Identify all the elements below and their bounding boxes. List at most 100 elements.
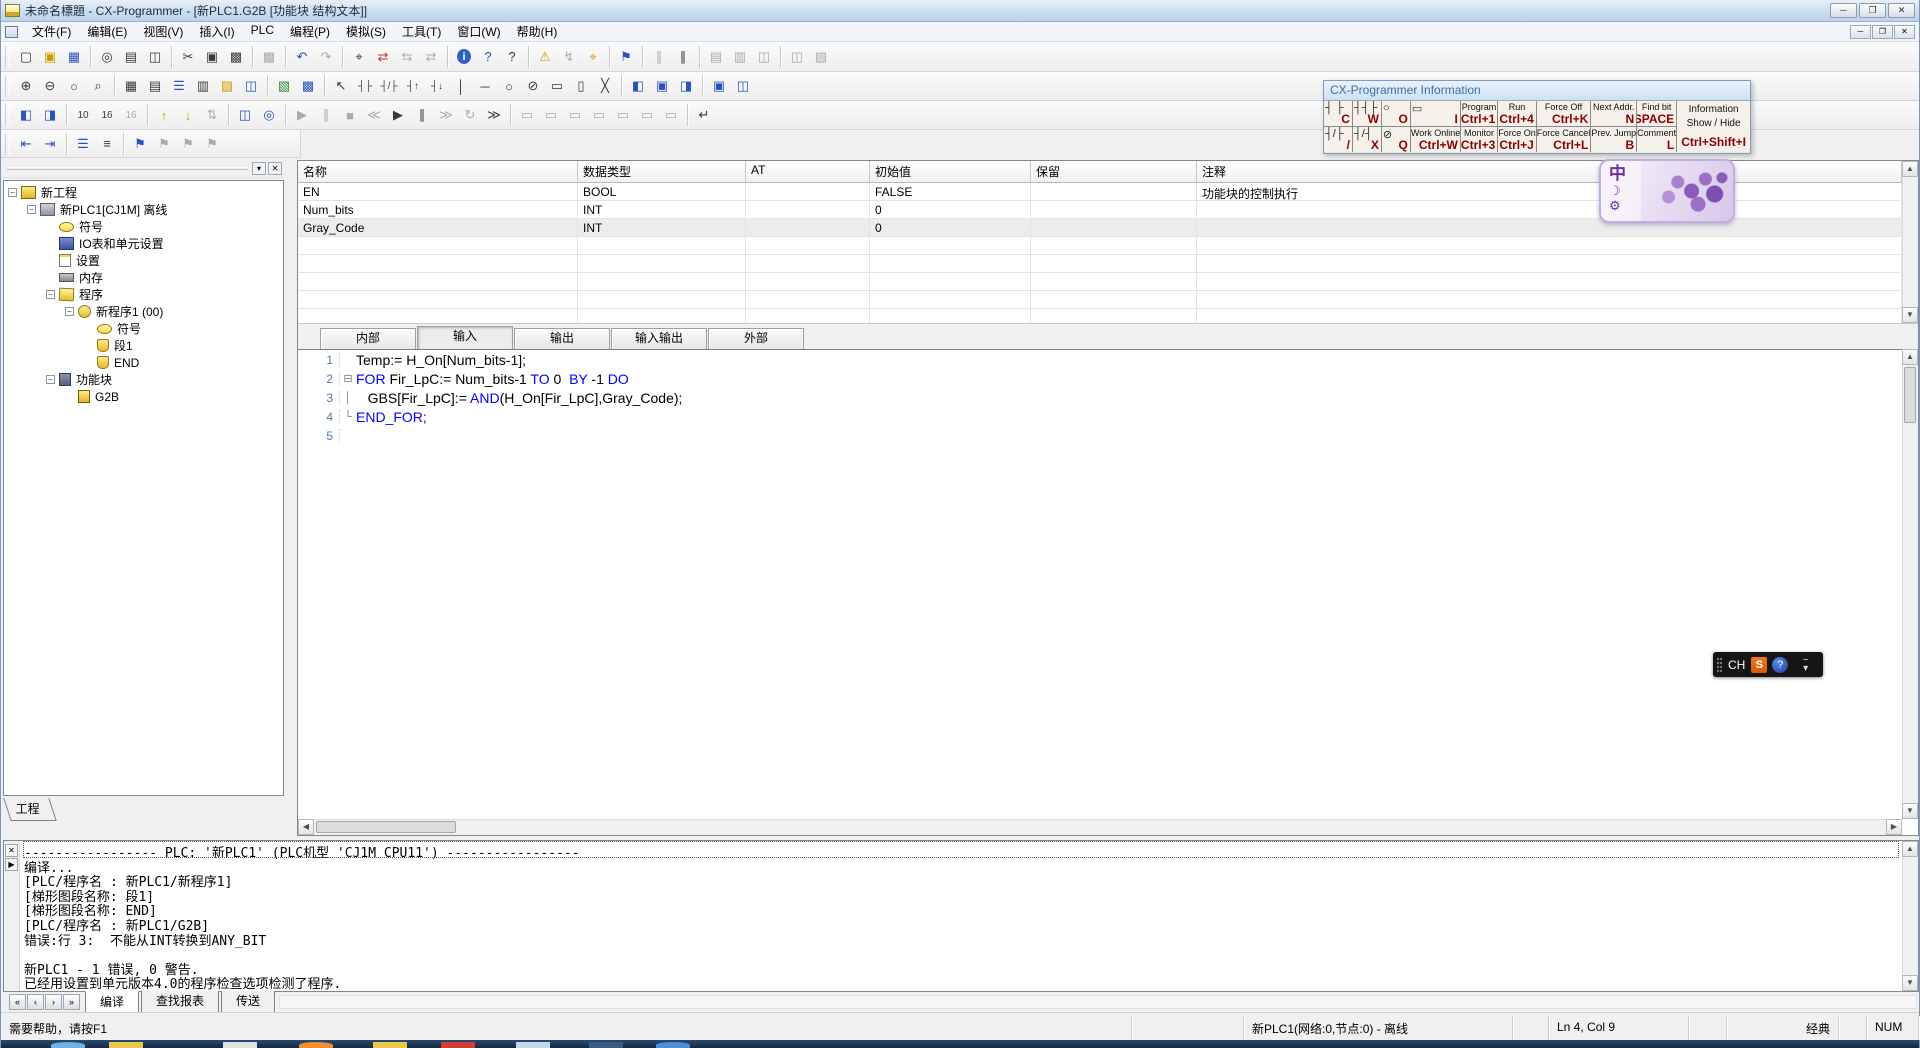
arrange-1-icon[interactable]: ▭: [515, 104, 539, 127]
scroll-down-icon[interactable]: ▼: [1902, 975, 1918, 991]
taskbar-icon[interactable]: [109, 1042, 143, 1048]
fold-marker-icon[interactable]: ⊟: [340, 372, 356, 385]
toolbar-grip[interactable]: [5, 104, 10, 126]
column-header[interactable]: 初始值: [870, 161, 1031, 182]
ruler-icon[interactable]: ▤: [143, 75, 167, 98]
bookmark-next-icon[interactable]: ⚑: [152, 132, 176, 155]
info-cell[interactable]: ┤┤├W: [1353, 101, 1381, 127]
transfer-to-plc-icon[interactable]: ▤: [704, 45, 728, 68]
scroll-up-icon[interactable]: ▲: [1902, 349, 1918, 365]
show-grid-icon[interactable]: ▦: [119, 75, 143, 98]
view-window-1-icon[interactable]: ◧: [14, 104, 38, 127]
mdi-minimize-button[interactable]: ─: [1850, 25, 1871, 39]
sim-users-icon[interactable]: ▧: [809, 45, 833, 68]
hex-monitor-icon[interactable]: 16: [95, 104, 119, 127]
output-tab-编译[interactable]: 编译: [85, 991, 139, 1013]
window-tile-icon[interactable]: ◫: [731, 75, 755, 98]
menu-item[interactable]: 文件(F): [24, 21, 79, 42]
tab-输入[interactable]: 输入: [417, 326, 513, 349]
info-icon[interactable]: i: [452, 45, 476, 68]
find-in-files-icon[interactable]: ◎: [95, 45, 119, 68]
drag-handle-icon[interactable]: [1717, 657, 1723, 673]
tree-item[interactable]: END: [4, 354, 283, 371]
column-header[interactable]: 保留: [1031, 161, 1197, 182]
coil-icon[interactable]: ○: [497, 75, 521, 98]
expander-icon[interactable]: −: [46, 290, 55, 299]
code-line[interactable]: 2⊟FOR Fir_LpC:= Num_bits-1 TO 0 BY -1 DO: [298, 369, 1902, 388]
zoom-out-icon[interactable]: ⊖: [38, 75, 62, 98]
program-check-icon[interactable]: ⌖: [581, 45, 605, 68]
table-row[interactable]: [298, 255, 1902, 273]
taskbar-icon[interactable]: [51, 1042, 85, 1048]
column-header[interactable]: 名称: [298, 161, 578, 182]
tab-输出[interactable]: 输出: [514, 328, 610, 349]
find-next-icon[interactable]: ⇄: [419, 45, 443, 68]
help-icon[interactable]: ?: [1772, 657, 1788, 673]
go-prev-address-icon[interactable]: ↑: [152, 104, 176, 127]
compile-icon[interactable]: ⚠: [533, 45, 557, 68]
contact-nc-icon[interactable]: ┤/├: [377, 75, 401, 98]
new-file-icon[interactable]: ▢: [14, 45, 38, 68]
info-cell[interactable]: ProgramCtrl+1: [1461, 101, 1497, 127]
language-label[interactable]: CH: [1728, 658, 1745, 672]
menu-item[interactable]: 工具(T): [394, 21, 449, 42]
close-button[interactable]: ✕: [1888, 3, 1915, 18]
cut-icon[interactable]: ✂: [176, 45, 200, 68]
tab-外部[interactable]: 外部: [708, 328, 804, 349]
horizontal-line-icon[interactable]: ─: [473, 75, 497, 98]
info-cell[interactable]: MonitorCtrl+3: [1461, 127, 1497, 152]
vertical-line-icon[interactable]: │: [449, 75, 473, 98]
mdi-child-icon[interactable]: [5, 26, 18, 38]
info-cell[interactable]: Next Addr.N: [1591, 101, 1636, 127]
panel-grip[interactable]: [7, 167, 248, 170]
tree-item[interactable]: 符号: [4, 320, 283, 337]
info-cell[interactable]: RunCtrl+4: [1498, 101, 1536, 127]
tree-item[interactable]: 内存: [4, 269, 283, 286]
scroll-thumb[interactable]: [316, 821, 456, 833]
toolbar-grip[interactable]: [5, 133, 10, 155]
info-cell[interactable]: CommentL: [1637, 127, 1676, 152]
scroll-thumb[interactable]: [1904, 367, 1916, 423]
table-row[interactable]: [298, 237, 1902, 255]
panel-menu-button[interactable]: ▾: [252, 162, 266, 175]
time-chart-icon[interactable]: ▩: [296, 75, 320, 98]
go-next-address-icon[interactable]: ↓: [176, 104, 200, 127]
editor-horizontal-scrollbar[interactable]: ◀ ▶: [298, 819, 1902, 835]
output-nav-icon[interactable]: «: [9, 994, 26, 1010]
info-cell[interactable]: ○O: [1382, 101, 1410, 127]
info-cell[interactable]: Force OffCtrl+K: [1537, 101, 1591, 127]
info-cell[interactable]: ▭I: [1411, 101, 1460, 127]
gear-icon[interactable]: ⚙: [1609, 198, 1626, 213]
work-online-sim-icon[interactable]: ◫: [785, 45, 809, 68]
print-preview-icon[interactable]: ◫: [143, 45, 167, 68]
code-line[interactable]: 3│ GBS[Fir_LpC]:= AND(H_On[Fir_LpC],Gray…: [298, 388, 1902, 407]
toolbar-grip[interactable]: [5, 75, 10, 97]
indent-left-icon[interactable]: ⇤: [14, 132, 38, 155]
scroll-left-icon[interactable]: ◀: [298, 819, 314, 835]
scroll-right-icon[interactable]: ▶: [1886, 819, 1902, 835]
info-cell-show-hide[interactable]: InformationShow / HideCtrl+Shift+I: [1677, 101, 1750, 152]
arrange-4-icon[interactable]: ▭: [587, 104, 611, 127]
tab-输入输出[interactable]: 输入输出: [611, 328, 707, 349]
ime-language-indicator[interactable]: 中: [1609, 165, 1626, 183]
monitor-icon[interactable]: ◫: [233, 104, 257, 127]
watch-icon[interactable]: ◎: [257, 104, 281, 127]
scroll-down-icon[interactable]: ▼: [1902, 803, 1918, 819]
tree-item[interactable]: 段1: [4, 337, 283, 354]
step-back-icon[interactable]: ≪: [362, 104, 386, 127]
info-window-title[interactable]: CX-Programmer Information: [1324, 81, 1750, 100]
menu-item[interactable]: 窗口(W): [449, 21, 508, 42]
scroll-up-icon[interactable]: ▲: [1902, 161, 1918, 177]
instruction-box-icon[interactable]: ▭: [545, 75, 569, 98]
menu-item[interactable]: 编辑(E): [79, 21, 135, 42]
taskbar-icon[interactable]: [516, 1042, 550, 1048]
view-mnemonic-icon[interactable]: ◨: [674, 75, 698, 98]
redo-icon[interactable]: ↷: [314, 45, 338, 68]
column-header[interactable]: 数据类型: [578, 161, 746, 182]
editor-vertical-scrollbar[interactable]: ▲ ▼: [1902, 349, 1918, 819]
info-cell[interactable]: ┤/├/: [1324, 127, 1352, 152]
output-nav-icon[interactable]: »: [63, 994, 80, 1010]
resume-icon[interactable]: ∥: [671, 45, 695, 68]
tree-item[interactable]: G2B: [4, 388, 283, 405]
menu-item[interactable]: 插入(I): [191, 21, 242, 42]
